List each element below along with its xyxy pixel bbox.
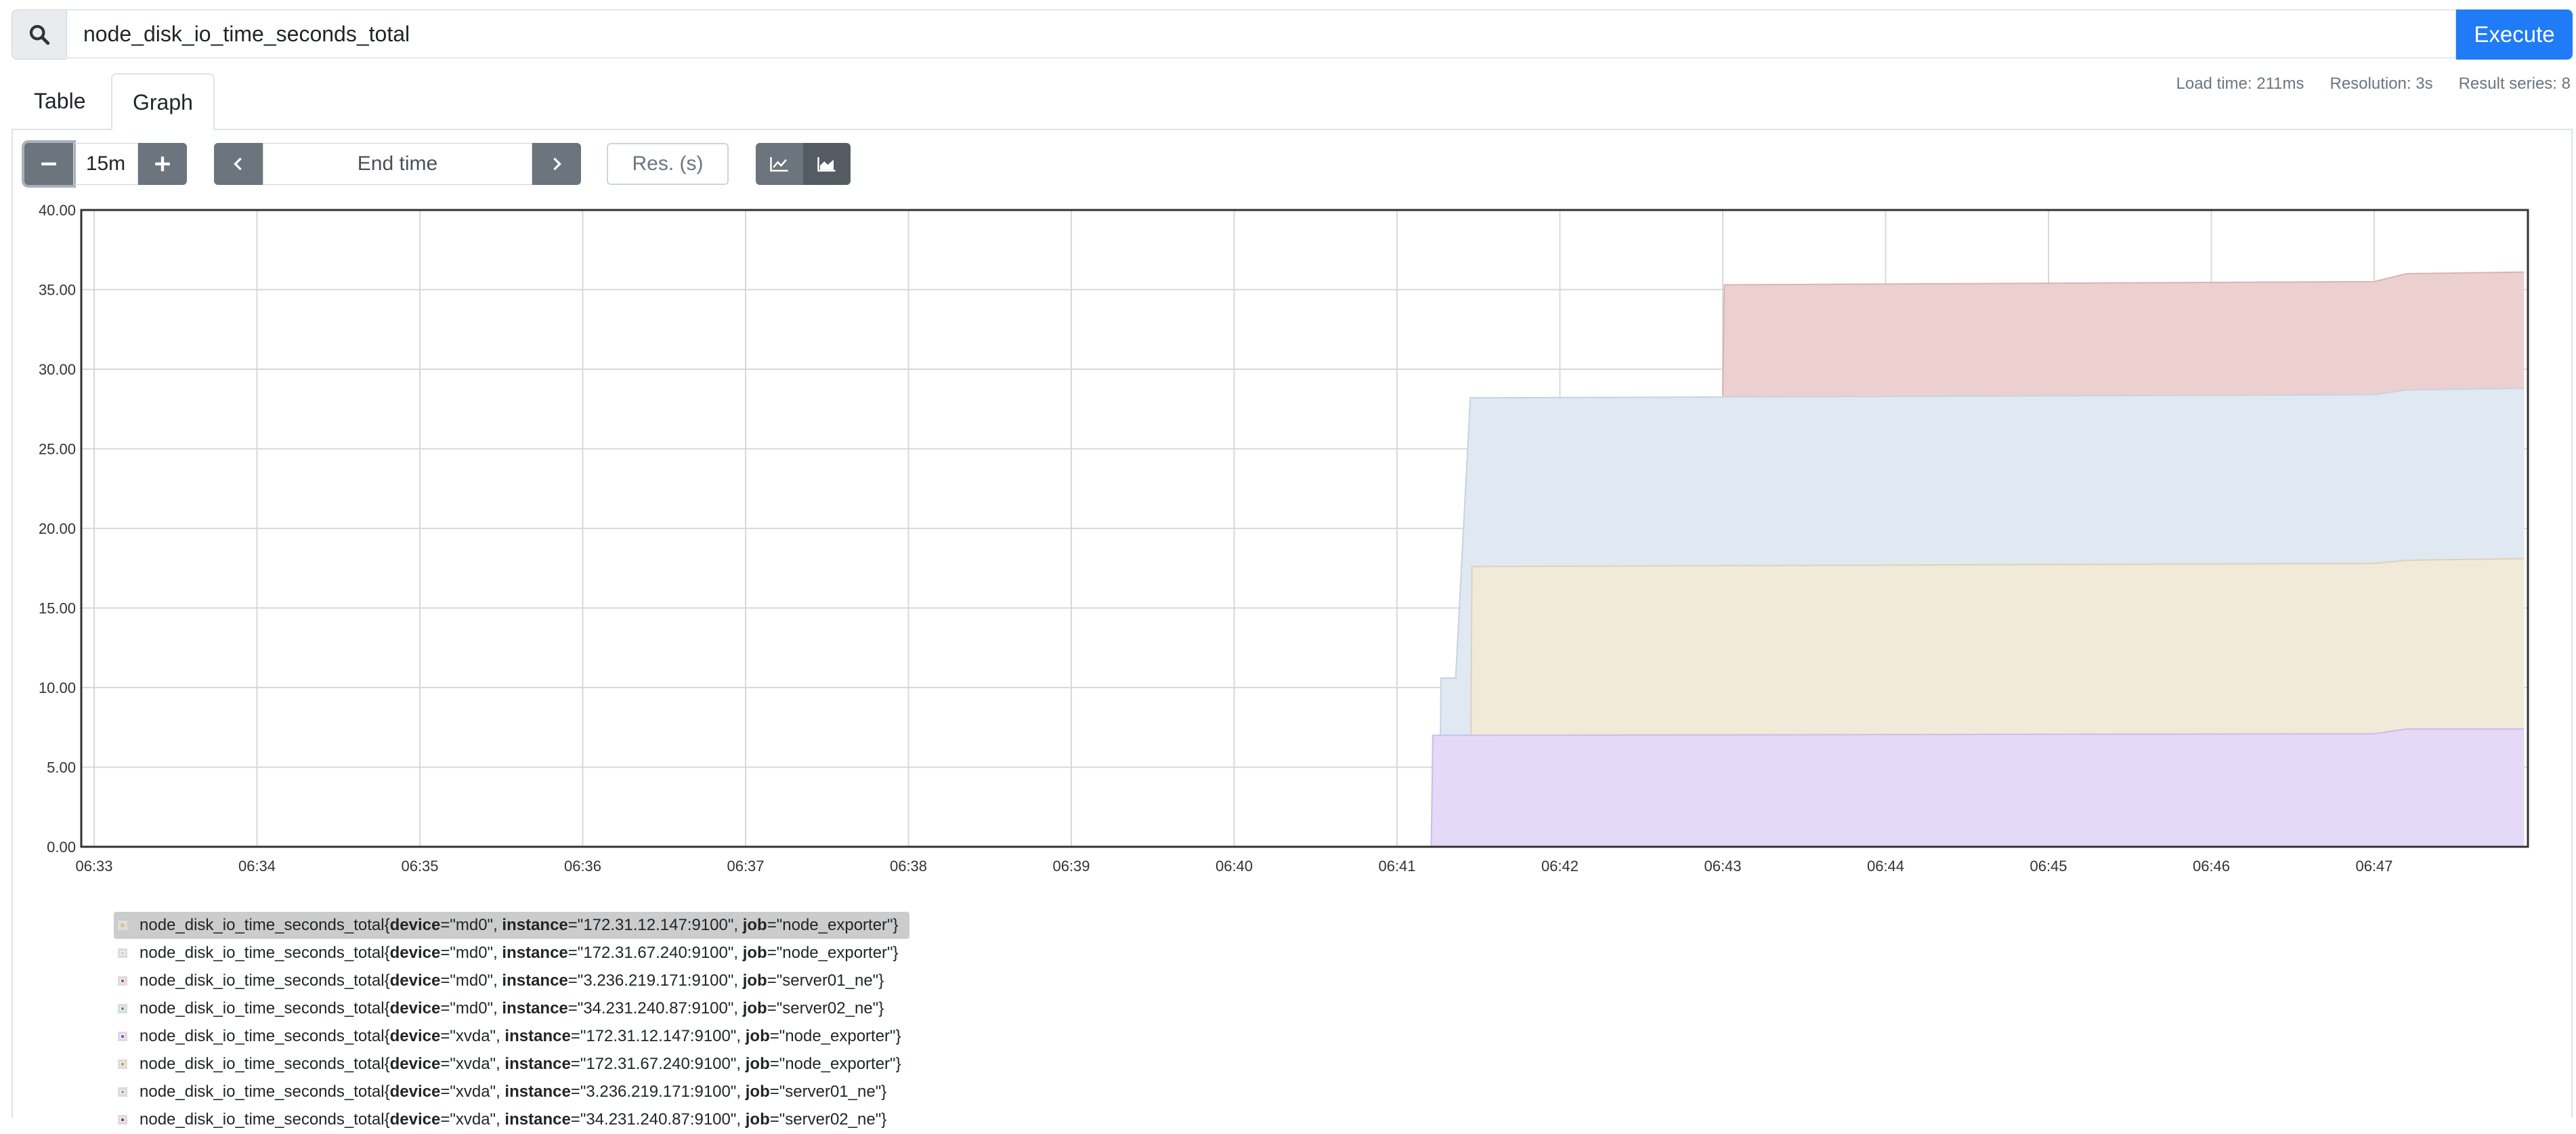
legend-label: node_disk_io_time_seconds_total{device="… [139,1110,887,1129]
end-time-back-button[interactable] [214,143,263,185]
legend-label: node_disk_io_time_seconds_total{device="… [139,999,884,1017]
tab-graph[interactable]: Graph [111,73,215,130]
x-tick-label: 06:42 [1541,858,1579,875]
end-time-input[interactable]: End time [263,143,532,185]
unstacked-chart-button[interactable] [756,143,803,185]
tab-table[interactable]: Table [14,73,106,129]
y-tick-label: 25.00 [39,441,76,458]
query-bar: Execute [12,9,2573,60]
range-increase-button[interactable] [138,143,187,185]
legend-item[interactable]: node_disk_io_time_seconds_total{device="… [114,995,895,1022]
legend-label: node_disk_io_time_seconds_total{device="… [139,1083,887,1101]
minus-icon [41,162,56,166]
x-tick-label: 06:41 [1378,858,1415,875]
y-tick-label: 35.00 [39,282,76,299]
range-input[interactable]: 15m [73,143,138,185]
legend-label: node_disk_io_time_seconds_total{device="… [139,944,899,962]
plus-icon [155,156,170,171]
y-tick-label: 40.00 [39,202,76,219]
legend-swatch [118,1087,127,1097]
y-tick-label: 15.00 [39,600,76,617]
legend-item[interactable]: node_disk_io_time_seconds_total{device="… [114,1106,897,1133]
x-tick-label: 06:33 [75,858,112,875]
legend-item[interactable]: node_disk_io_time_seconds_total{device="… [114,912,909,939]
execute-button[interactable]: Execute [2456,9,2573,60]
y-tick-label: 5.00 [47,759,76,776]
stacked-chart-button[interactable] [803,143,851,185]
x-tick-label: 06:45 [2030,858,2067,875]
y-tick-label: 10.00 [39,679,76,696]
x-tick-label: 06:46 [2193,858,2230,875]
graph-legend: node_disk_io_time_seconds_total{device="… [114,912,912,1134]
legend-label: node_disk_io_time_seconds_total{device="… [139,1055,901,1073]
legend-item[interactable]: node_disk_io_time_seconds_total{device="… [114,1078,897,1106]
legend-swatch [118,976,127,986]
resolution-input[interactable]: Res. (s) [607,143,729,185]
legend-swatch [118,948,127,958]
legend-swatch [118,1032,127,1041]
search-icon [29,24,50,45]
legend-swatch [118,1004,127,1013]
area-chart-icon [817,157,836,172]
x-tick-label: 06:44 [1867,858,1904,875]
x-tick-label: 06:40 [1216,858,1253,875]
y-tick-label: 20.00 [39,520,76,537]
x-tick-label: 06:38 [890,858,927,875]
legend-item[interactable]: node_disk_io_time_seconds_total{device="… [114,967,895,994]
chevron-right-icon [553,157,561,171]
legend-swatch [118,1115,127,1125]
search-icon-box [12,9,66,60]
legend-item[interactable]: node_disk_io_time_seconds_total{device="… [114,1023,912,1050]
query-stats: Load time: 211ms Resolution: 3s Result s… [2176,75,2571,93]
line-chart-icon [770,157,788,172]
resolution-stat: Resolution: 3s [2330,75,2433,93]
y-tick-label: 30.00 [39,361,76,378]
end-time-forward-button[interactable] [532,143,581,185]
result-series: Result series: 8 [2458,75,2571,93]
x-tick-label: 06:35 [401,858,438,875]
series-area-3 [1431,729,2525,847]
y-tick-label: 0.00 [47,839,76,856]
query-input[interactable] [66,9,2456,58]
x-tick-label: 06:34 [238,858,276,875]
graph-chart[interactable]: 0.00 5.00 10.00 15.00 20.00 25.00 30.00 35.00 40… [0,196,2576,887]
load-time: Load time: 211ms [2176,75,2304,93]
legend-item[interactable]: node_disk_io_time_seconds_total{device="… [114,940,909,967]
x-tick-label: 06:37 [727,858,764,875]
legend-label: node_disk_io_time_seconds_total{device="… [139,916,899,934]
x-tick-label: 06:39 [1052,858,1090,875]
chevron-left-icon [234,157,242,171]
x-tick-label: 06:43 [1704,858,1741,875]
legend-label: node_disk_io_time_seconds_total{device="… [139,971,884,990]
x-tick-label: 06:36 [564,858,601,875]
legend-item[interactable]: node_disk_io_time_seconds_total{device="… [114,1051,912,1078]
legend-swatch [118,1059,127,1069]
x-tick-label: 06:47 [2355,858,2392,875]
range-decrease-button[interactable] [24,143,73,185]
legend-label: node_disk_io_time_seconds_total{device="… [139,1027,901,1045]
legend-swatch [118,921,127,930]
